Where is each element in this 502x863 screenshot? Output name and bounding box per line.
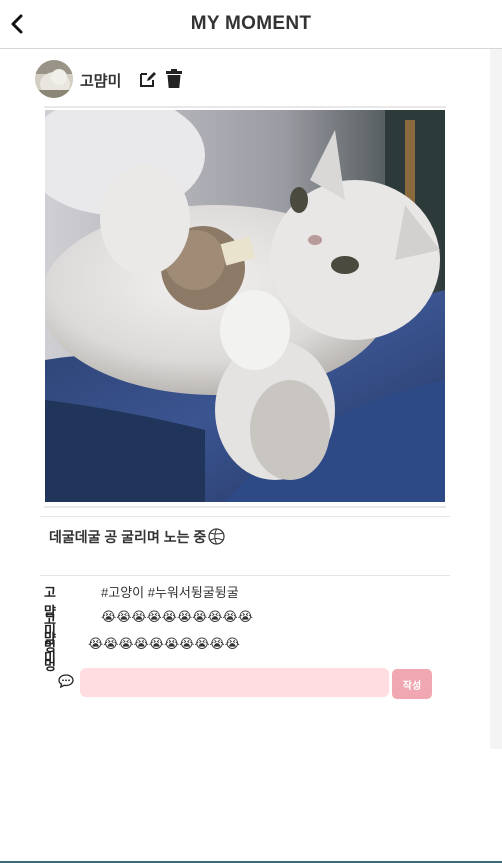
divider bbox=[40, 575, 450, 576]
post-photo-frame bbox=[44, 106, 446, 508]
comment-author[interactable]: 멍멍 bbox=[44, 636, 56, 674]
post-caption: 데굴데굴 공 굴리며 노는 중 bbox=[49, 527, 225, 548]
submit-comment-button[interactable]: 작성 bbox=[392, 669, 432, 699]
trash-icon[interactable] bbox=[166, 69, 182, 88]
comment-bubble-icon bbox=[58, 674, 74, 688]
comment-input[interactable] bbox=[80, 668, 389, 697]
divider bbox=[40, 516, 450, 517]
edit-icon[interactable] bbox=[139, 70, 157, 88]
scrollbar[interactable] bbox=[490, 49, 502, 749]
page-title: MY MOMENT bbox=[190, 13, 312, 34]
avatar[interactable] bbox=[35, 60, 73, 98]
comment-text: 😭😭😭😭😭😭😭😭😭😭 bbox=[88, 636, 240, 651]
comment-text: 😭😭😭😭😭😭😭😭😭😭 bbox=[101, 609, 253, 624]
cat-photo bbox=[45, 110, 445, 502]
caption-text: 데굴데굴 공 굴리며 노는 중 bbox=[49, 529, 207, 545]
comment-text: #고양이 #누워서뒹굴뒹굴 bbox=[101, 585, 239, 600]
volleyball-icon bbox=[208, 528, 225, 548]
app-header: MY MOMENT bbox=[0, 0, 502, 49]
author-name[interactable]: 고먐미 bbox=[80, 70, 121, 91]
post-author-row: 고먐미 bbox=[35, 60, 335, 98]
